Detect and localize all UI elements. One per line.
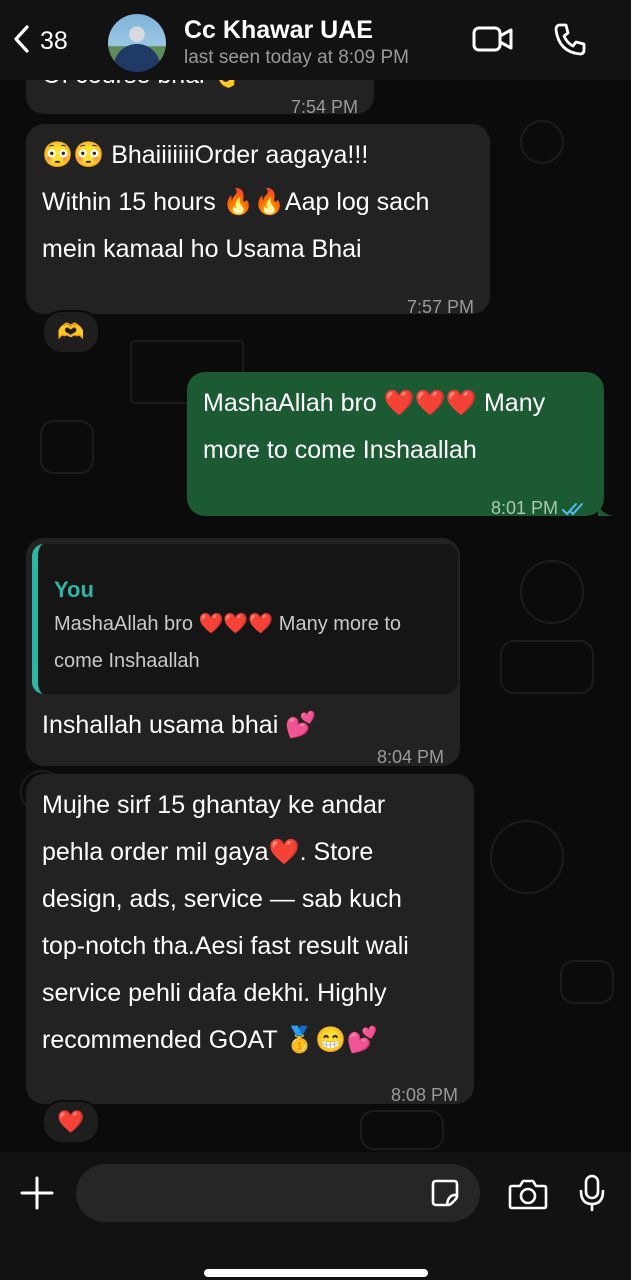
avatar[interactable] xyxy=(108,14,166,72)
message-text: MashaAllah bro ❤️❤️❤️ Many more to come … xyxy=(203,389,546,464)
bubble-tail xyxy=(598,502,614,516)
message-outgoing[interactable]: MashaAllah bro ❤️❤️❤️ Many more to come … xyxy=(187,372,614,518)
sticker-icon[interactable] xyxy=(430,1178,460,1213)
message-reaction[interactable]: 🫶 xyxy=(42,310,100,354)
message-input[interactable] xyxy=(76,1164,480,1222)
last-seen-status: last seen today at 8:09 PM xyxy=(184,47,409,68)
unread-count: 38 xyxy=(40,27,68,55)
contact-name: Cc Khawar UAE xyxy=(184,16,373,44)
home-indicator[interactable] xyxy=(204,1269,428,1277)
message-reaction[interactable]: ❤️ xyxy=(42,1100,100,1144)
quoted-text: MashaAllah bro ❤️❤️❤️ Many more to come … xyxy=(54,613,402,672)
microphone-icon[interactable] xyxy=(578,1174,606,1217)
message-incoming-reply[interactable]: You MashaAllah bro ❤️❤️❤️ Many more to c… xyxy=(26,538,460,767)
quoted-message[interactable]: You MashaAllah bro ❤️❤️❤️ Many more to c… xyxy=(32,544,458,694)
message-time: 7:57 PM xyxy=(406,297,474,317)
message-text: Inshallah usama bhai 💕 xyxy=(42,711,317,739)
composer-bar xyxy=(0,1152,631,1280)
message-incoming[interactable]: 😳😳 BhaiiiiiiiOrder aagaya!!! Within 15 h… xyxy=(26,124,490,317)
contact-info[interactable]: Cc Khawar UAE last seen today at 8:09 PM xyxy=(184,16,409,69)
back-button[interactable]: 38 xyxy=(10,24,68,59)
video-call-icon[interactable] xyxy=(472,22,514,56)
chat-header: 38 Cc Khawar UAE last seen today at 8:09… xyxy=(0,0,631,80)
camera-icon[interactable] xyxy=(508,1178,548,1215)
message-incoming[interactable]: Mujhe sirf 15 ghantay ke andar pehla ord… xyxy=(26,774,474,1105)
back-chevron-icon xyxy=(10,24,34,59)
message-text: 😳😳 BhaiiiiiiiOrder aagaya!!! Within 15 h… xyxy=(42,141,430,263)
voice-call-icon[interactable] xyxy=(553,22,587,56)
message-time: 8:01 PM xyxy=(490,498,558,518)
message-text: Mujhe sirf 15 ghantay ke andar pehla ord… xyxy=(42,791,409,1054)
plus-icon[interactable] xyxy=(20,1176,54,1215)
read-receipt-icon xyxy=(562,486,588,533)
message-time: 8:08 PM xyxy=(390,1085,458,1105)
